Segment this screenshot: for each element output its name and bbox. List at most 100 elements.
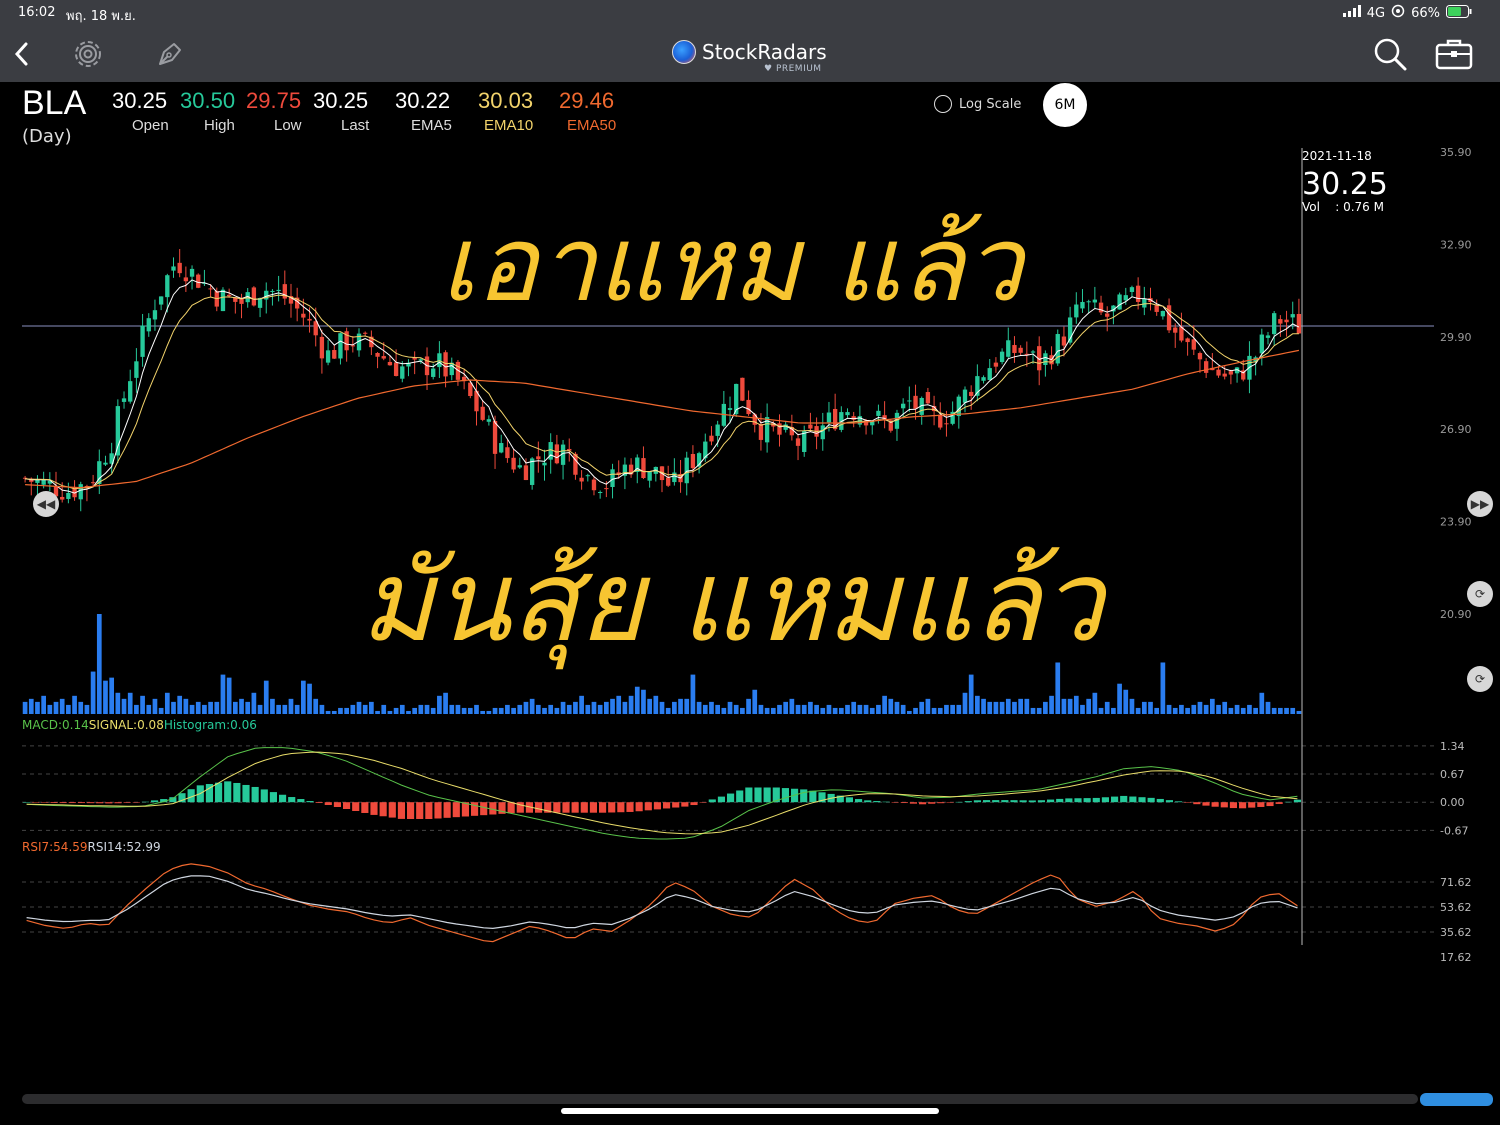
macd-histogram-bar	[882, 801, 890, 803]
candle-body	[956, 396, 961, 417]
volume-bar	[523, 701, 529, 714]
volume-bar	[214, 701, 220, 714]
refresh-button[interactable]: ⟳	[1467, 581, 1493, 607]
volume-bar	[22, 701, 28, 714]
candle-body	[1216, 369, 1221, 376]
candle-body	[1117, 294, 1122, 310]
rsi-panel: 71.62 53.62 35.62 17.62	[22, 863, 1472, 964]
candle-body	[913, 395, 918, 409]
macd-histogram-bar	[608, 802, 616, 813]
rsi-tick-label: 35.62	[1440, 926, 1472, 939]
macd-histogram-bar	[909, 802, 917, 804]
macd-histogram-bar	[1184, 802, 1192, 803]
price-tick-label: 35.90	[1440, 146, 1472, 159]
macd-histogram-bar	[1257, 802, 1265, 807]
volume-bar	[876, 704, 881, 714]
candle-body	[610, 469, 615, 488]
macd-histogram-bar	[1165, 800, 1173, 803]
macd-histogram-bar	[370, 802, 378, 815]
volume-bar	[733, 704, 739, 714]
chart-scrollbar[interactable]	[22, 1094, 1418, 1104]
volume-bar	[826, 704, 832, 714]
volume-bar	[542, 707, 547, 714]
candle-body	[41, 479, 46, 485]
macd-histogram-bar	[937, 802, 945, 804]
volume-bar	[1160, 662, 1166, 714]
candle-body	[542, 462, 547, 466]
volume-bar	[1172, 707, 1178, 714]
macd-histogram-bar	[809, 790, 817, 803]
volume-bar	[696, 701, 702, 714]
macd-histogram-bar	[928, 802, 936, 804]
volume-bar	[721, 707, 727, 714]
candle-body	[443, 352, 448, 377]
volume-bar	[319, 704, 325, 714]
macd-histogram-bar	[1120, 795, 1128, 803]
macd-histogram-bar	[571, 802, 579, 813]
candle-body	[418, 359, 424, 361]
chart-area[interactable]: 35.90 32.90 29.90 26.90 23.90 20.90 1.34 0.67 0…	[0, 0, 1500, 1080]
macd-histogram-bar	[635, 802, 643, 812]
volume-bar	[1061, 698, 1067, 714]
volume-bar	[461, 707, 467, 714]
macd-tick-label: 1.34	[1440, 740, 1465, 753]
macd-histogram-bar	[873, 801, 881, 803]
volume-bar	[820, 707, 826, 714]
macd-histogram-bar	[1092, 797, 1100, 803]
volume-bar	[603, 701, 609, 714]
candle-body	[1092, 299, 1098, 303]
volume-bar	[919, 701, 925, 714]
volume-bar	[529, 698, 535, 714]
candle-body	[1278, 319, 1283, 324]
volume-bar	[257, 704, 263, 714]
macd-histogram-bar	[919, 802, 927, 805]
candle-body	[128, 381, 133, 402]
fast-forward-button[interactable]: ▶▶	[1467, 491, 1493, 517]
macd-histogram-bar	[580, 802, 588, 813]
macd-histogram-bar	[77, 802, 85, 804]
candle-body	[1284, 319, 1289, 323]
macd-histogram-bar	[1028, 800, 1036, 803]
volume-bar	[399, 704, 405, 714]
macd-histogram-bar	[1193, 802, 1201, 805]
rewind-button[interactable]: ◀◀	[33, 491, 59, 517]
home-indicator	[561, 1108, 939, 1114]
candle-body	[727, 408, 733, 410]
volume-bar	[1216, 704, 1221, 714]
candle-body	[987, 368, 992, 381]
volume-bar	[647, 698, 652, 714]
macd-histogram-bar	[32, 802, 40, 803]
candle-body	[529, 458, 535, 485]
candle-body	[962, 389, 968, 403]
candle-body	[437, 353, 442, 368]
volume-bar	[1098, 707, 1104, 714]
volume-bar	[146, 704, 152, 714]
volume-bar	[28, 698, 34, 714]
volume-bar	[913, 707, 918, 714]
macd-histogram-bar	[1138, 797, 1146, 803]
candle-body	[845, 412, 850, 416]
macd-histogram-bar	[1175, 801, 1183, 803]
volume-bar	[1203, 704, 1209, 714]
volume-bar	[554, 707, 560, 714]
volume-bar	[66, 704, 71, 714]
candle-body	[1203, 361, 1209, 373]
chart-scroll-thumb[interactable]	[1420, 1093, 1493, 1106]
volume-bar	[1135, 707, 1141, 714]
volume-bar	[665, 707, 671, 714]
volume-bar	[783, 701, 789, 714]
volume-bar	[937, 707, 943, 714]
volume-bar	[894, 701, 900, 714]
volume-bar	[950, 704, 955, 714]
refresh-button-lower[interactable]: ⟳	[1467, 666, 1493, 692]
volume-bar	[480, 710, 486, 714]
candle-body	[486, 419, 492, 422]
volume-bar	[158, 707, 164, 714]
macd-legend: MACD:0.14SIGNAL:0.08Histogram:0.06	[22, 718, 257, 732]
crosshair-volume: Vol : 0.76 M	[1302, 200, 1384, 214]
macd-histogram-bar	[1293, 799, 1301, 803]
macd-histogram-bar	[434, 802, 442, 819]
macd-histogram-bar	[864, 800, 872, 803]
candle-body	[60, 496, 65, 500]
volume-bar	[678, 698, 683, 714]
